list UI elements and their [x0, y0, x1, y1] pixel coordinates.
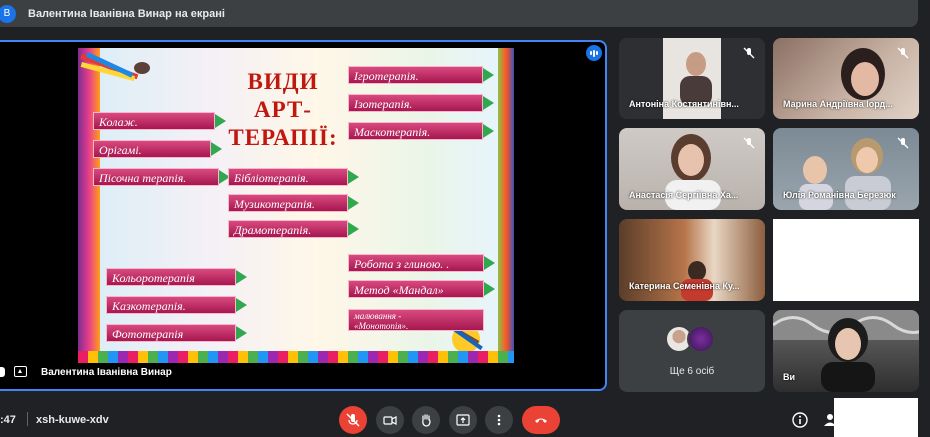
slide-item: Ігротерапія. [348, 66, 494, 84]
speaking-indicator-icon [586, 45, 602, 61]
more-vert-icon [497, 414, 501, 426]
toggle-camera-button[interactable] [376, 406, 404, 434]
slide-item: Музикотерапія. [228, 194, 359, 212]
slide-item: Орігамі. [93, 140, 222, 158]
meeting-controls-bar: :47 xsh-kuwe-xdv [0, 404, 930, 437]
participant-name: Катерина Семенівна Ку... [629, 281, 740, 291]
slide-title-line: АРТ- [254, 97, 312, 122]
camera-icon [383, 416, 397, 425]
pencils-icon [80, 52, 150, 82]
presentation-stage[interactable]: ВИДИ АРТ- ТЕРАПІЇ: Колаж. Орігамі. Пісоч… [0, 40, 607, 391]
slide-decor-left [78, 48, 100, 363]
presenting-banner: В Валентина Іванівна Винар на екрані [0, 0, 918, 27]
presenting-banner-text: Валентина Іванівна Винар на екрані [28, 7, 225, 20]
slide-item: Драмотерапія. [228, 220, 359, 238]
slide-item: Фототерапія [106, 324, 247, 342]
mic-off-icon [897, 46, 909, 59]
slide-item: Метод «Мандал» [348, 280, 495, 298]
slide-item: Казкотерапія. [106, 296, 247, 314]
participant-name: Марина Андріївна Іорд... [783, 99, 893, 109]
more-options-button[interactable] [485, 406, 513, 434]
mic-off-icon [743, 46, 755, 59]
self-view-tile[interactable]: Ви [773, 310, 919, 392]
participant-video-icon [680, 52, 712, 106]
slide-item: Маскотерапія. [348, 122, 494, 140]
mic-off-icon [346, 413, 360, 427]
raise-hand-icon [422, 414, 431, 427]
redacted-area [834, 398, 918, 437]
clock-time: :47 [0, 414, 16, 426]
participant-video-icon [681, 261, 713, 301]
participant-tile[interactable]: Юлія Романівна Березюк [773, 128, 919, 210]
participant-name: Юлія Романівна Березюк [783, 190, 896, 200]
participant-tile[interactable]: Анастасія Сергіївна Ха... [619, 128, 765, 210]
slide-item: Ізотерапія. [348, 94, 494, 112]
slide-title: ВИДИ АРТ- ТЕРАПІЇ: [218, 68, 348, 152]
slide-decor-right [498, 48, 514, 363]
more-participants-label: Ще 6 осіб [669, 366, 715, 377]
mic-off-icon [743, 136, 755, 149]
participant-name: Анастасія Сергіївна Ха... [629, 190, 739, 200]
slide-item: Робота з глиною. . [348, 254, 495, 272]
present-now-button[interactable] [449, 406, 477, 434]
participant-tile[interactable] [773, 219, 919, 301]
mic-off-icon [897, 136, 909, 149]
slide-item: Кольоротерапія [106, 268, 247, 286]
slide-item: Бібліотерапія. [228, 168, 359, 186]
raise-hand-button[interactable] [412, 406, 440, 434]
pin-handle[interactable] [0, 367, 5, 377]
participant-video-icon [821, 318, 875, 392]
shared-slide: ВИДИ АРТ- ТЕРАПІЇ: Колаж. Орігамі. Пісоч… [78, 48, 514, 363]
participant-tile[interactable]: Катерина Семенівна Ку... [619, 219, 765, 301]
slide-decor-bottom [78, 351, 514, 363]
toggle-mic-button[interactable] [339, 406, 367, 434]
present-screen-icon [14, 366, 27, 377]
present-icon [456, 414, 470, 426]
participant-name: Ви [783, 372, 796, 382]
slide-item-small-line: малювання - [354, 311, 402, 321]
slide-item: Пісочна терапія. [93, 168, 230, 186]
slide-title-line: ТЕРАПІЇ: [228, 125, 338, 150]
presenter-name-label: Валентина Іванівна Винар [41, 367, 172, 378]
slide-item-small: малювання - «Монотопія». [348, 309, 484, 331]
hang-up-icon [535, 418, 547, 423]
participant-tile[interactable]: Марина Андріївна Іорд... [773, 38, 919, 119]
slide-item-small-line: «Монотопія». [354, 321, 409, 331]
info-icon[interactable] [792, 412, 808, 428]
meeting-code: xsh-kuwe-xdv [36, 414, 109, 426]
participant-tile[interactable]: Антоніна Костянтинівн... [619, 38, 765, 119]
participant-name: Антоніна Костянтинівн... [629, 99, 739, 109]
presenter-avatar: В [0, 4, 16, 23]
leave-call-button[interactable] [522, 406, 560, 434]
slide-item: Колаж. [93, 112, 226, 130]
more-participants-avatars [665, 325, 715, 353]
slide-title-line: ВИДИ [247, 69, 319, 94]
divider [27, 412, 28, 426]
avatar [687, 325, 715, 353]
